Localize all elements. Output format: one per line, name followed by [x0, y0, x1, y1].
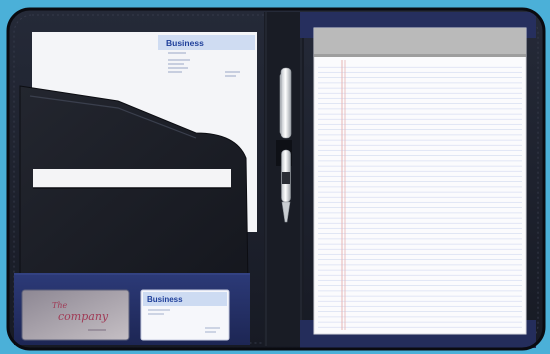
- slot-pocket-paper: [33, 169, 231, 188]
- writing-pad-ruled-lines: [318, 66, 522, 328]
- writing-pad-binding-shadow: [314, 54, 526, 57]
- company-card-line2: company: [58, 310, 109, 323]
- portfolio-photo: Business The company Business: [0, 0, 550, 354]
- company-card-line1: The: [52, 301, 67, 310]
- business-card-heading: Business: [147, 295, 183, 304]
- writing-pad-header: [314, 28, 526, 56]
- letterhead-heading: Business: [166, 38, 204, 48]
- left-panel: Business The company Business: [14, 32, 257, 345]
- padfolio-illustration: Business The company Business: [6, 7, 546, 351]
- right-panel: [300, 12, 536, 348]
